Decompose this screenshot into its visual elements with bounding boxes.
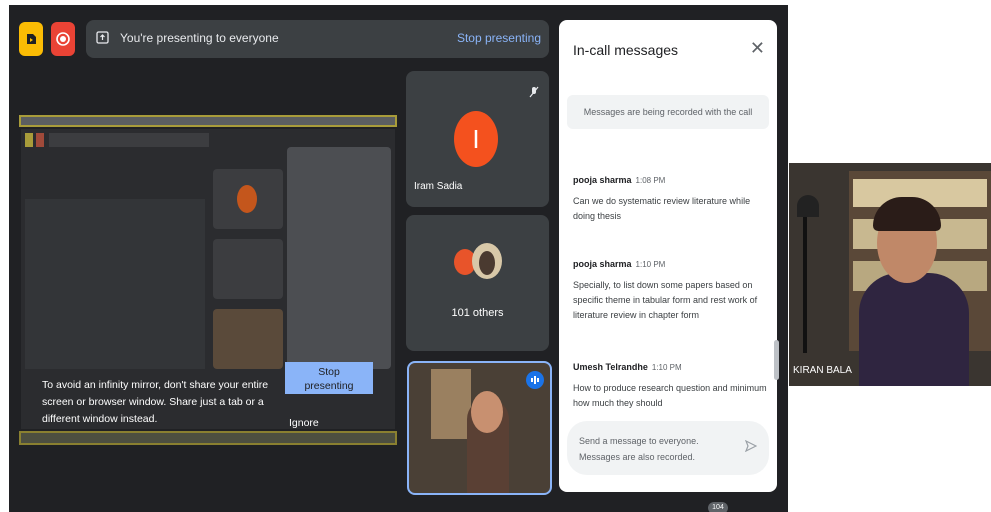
mirror-browser-tabs: [19, 115, 397, 127]
avatar: I: [454, 111, 498, 167]
mirror-taskbar: [19, 431, 397, 445]
avatar: [472, 243, 502, 279]
person: [859, 273, 969, 386]
chat-scrollbar[interactable]: [774, 340, 779, 380]
active-speaker-tile[interactable]: [407, 361, 552, 495]
chat-message: pooja sharma 1:08 PM Can we do systematic…: [573, 175, 751, 221]
stop-presenting-button[interactable]: Stop presenting: [285, 362, 373, 394]
compose-placeholder: Send a message to everyone. Messages are…: [579, 436, 699, 462]
camera-name-label: KIRAN BALA: [793, 365, 852, 376]
participant-name: Iram Sadia: [414, 181, 463, 192]
participant-tile-others[interactable]: 101 others: [406, 215, 549, 351]
close-icon[interactable]: ✕: [750, 38, 765, 59]
panel-title: In-call messages: [573, 42, 679, 58]
infinity-mirror-warning: To avoid an infinity mirror, don't share…: [42, 379, 269, 425]
record-icon: [56, 32, 70, 46]
mic-muted-icon: [529, 85, 539, 103]
stop-presenting-link[interactable]: Stop presenting: [457, 31, 541, 45]
recording-notice: Messages are being recorded with the cal…: [567, 95, 769, 129]
avatar: [471, 391, 503, 433]
participant-count-badge[interactable]: 104: [708, 502, 728, 512]
chat-message: pooja sharma 1:10 PM Specially, to list d…: [573, 259, 758, 320]
lamp: [803, 203, 807, 353]
activities-button[interactable]: [19, 22, 43, 56]
others-label: 101 others: [451, 307, 504, 319]
present-screen-icon: [96, 31, 109, 49]
speaking-indicator-icon: [526, 371, 544, 389]
camera-view-window: KIRAN BALA: [789, 163, 991, 386]
participant-tile-iram[interactable]: I Iram Sadia: [406, 71, 549, 207]
meet-window: You're presenting to everyone Stop prese…: [9, 5, 788, 512]
recording-button[interactable]: [51, 22, 75, 56]
in-call-messages-panel: In-call messages ✕ Messages are being re…: [559, 20, 779, 492]
ignore-button[interactable]: Ignore: [289, 417, 319, 429]
presenting-status-text: You're presenting to everyone: [120, 31, 279, 45]
chat-message: Umesh Telrandhe 1:10 PM How to produce re…: [573, 362, 767, 408]
message-compose-field[interactable]: Send a message to everyone. Messages are…: [567, 421, 769, 475]
present-doc-icon: [27, 34, 36, 44]
presenting-bar: You're presenting to everyone Stop prese…: [86, 20, 549, 58]
send-icon[interactable]: [744, 439, 758, 457]
